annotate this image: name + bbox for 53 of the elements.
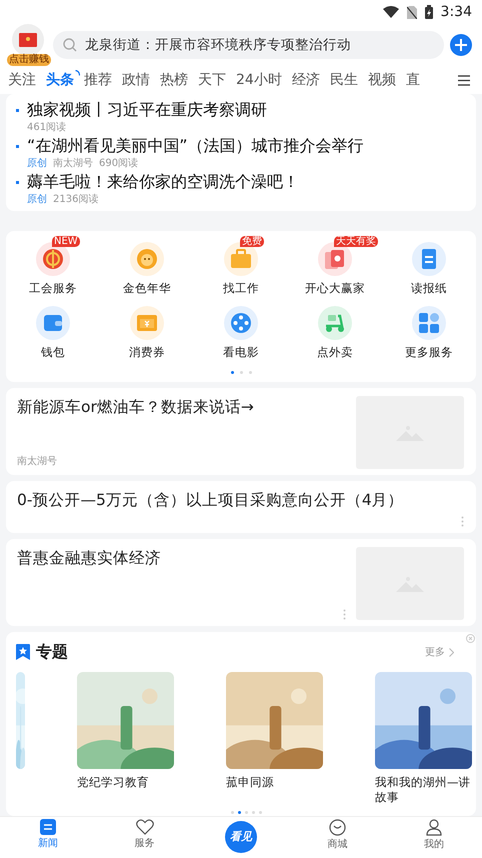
service-item[interactable]: NEW 工会服务 — [6, 234, 100, 297]
headline-link[interactable]: 薅羊毛啦！来给你家的空调洗个澡吧！ — [27, 172, 299, 192]
nav-tab[interactable]: 我的 — [386, 817, 482, 858]
channel-tab[interactable]: 关注 — [8, 70, 43, 90]
service-item[interactable]: 消费券 — [100, 298, 194, 361]
service-item[interactable]: 免费 找工作 — [194, 234, 288, 297]
channel-tab[interactable]: 民生 — [330, 70, 365, 90]
nav-tab[interactable]: 商城 — [289, 817, 386, 858]
article-card[interactable]: 0-预公开—5万元（含）以上项目采购意向公开（4月） — [6, 481, 476, 533]
service-item[interactable]: 更多服务 — [382, 298, 476, 361]
status-time: 3:34 — [440, 2, 472, 22]
channel-tab[interactable]: 推荐 — [84, 70, 119, 90]
center-logo-button[interactable]: 看见 — [225, 821, 258, 853]
service-item[interactable]: 金色年华 — [100, 234, 194, 297]
channel-tab[interactable]: 政情 — [122, 70, 157, 90]
service-item[interactable]: 钱包 — [6, 298, 100, 361]
channel-tab[interactable]: 经济 — [292, 70, 327, 90]
original-tag: 原创 — [27, 157, 47, 171]
nav-tab[interactable]: 新闻 — [0, 817, 96, 858]
service-item[interactable]: 看电影 — [194, 298, 288, 361]
channel-tab[interactable]: 视频 — [368, 70, 403, 90]
article-card[interactable]: 普惠金融惠实体经济 — [6, 539, 476, 626]
topic-title[interactable]: 我和我的湖州—讲故事 — [375, 775, 472, 805]
source-text: 南太湖号 — [17, 454, 57, 469]
channel-tab[interactable]: 热榜 — [160, 70, 195, 90]
topic-title[interactable]: 菰申同源 — [226, 775, 323, 790]
badge-label: 天天有奖 — [334, 236, 378, 246]
article-card[interactable]: 新能源车or燃油车？数据来说话→ 南太湖号 — [6, 388, 476, 475]
badge-label: 免费 — [240, 236, 264, 246]
article-title: 0-预公开—5万元（含）以上项目采购意向公开（4月） — [17, 490, 405, 511]
original-tag: 原创 — [27, 193, 47, 207]
channel-tab[interactable]: 天下 — [198, 70, 233, 90]
badge-label: NEW — [52, 236, 80, 246]
nav-tab[interactable]: 服务 — [96, 817, 193, 858]
service-item[interactable]: 读报纸 — [382, 234, 476, 297]
channel-tab[interactable]: 直 — [406, 70, 427, 90]
headline-link[interactable]: 独家视频丨习近平在重庆考察调研 — [27, 100, 267, 120]
section-title: 专题 — [36, 641, 68, 663]
source-text: 南太湖号 — [53, 157, 93, 171]
channel-tab[interactable]: 24小时 — [236, 70, 289, 90]
service-item[interactable]: 天天有奖 开心大赢家 — [288, 234, 382, 297]
channel-tab[interactable]: 头条 — [46, 70, 81, 90]
read-count: 2136阅读 — [53, 193, 98, 207]
search-bar[interactable]: 龙泉街道：开展市容环境秩序专项整治行动 — [53, 31, 444, 59]
read-count: 461阅读 — [27, 121, 66, 135]
service-item[interactable]: 点外卖 — [288, 298, 382, 361]
avatar-badge: 点击赚钱 — [7, 54, 51, 66]
search-field[interactable]: 龙泉街道：开展市容环境秩序专项整治行动 — [83, 34, 434, 56]
headline-link[interactable]: “在湖州看见美丽中国”（法国）城市推介会举行 — [27, 136, 364, 156]
article-title: 普惠金融惠实体经济 — [17, 548, 162, 569]
article-title: 新能源车or燃油车？数据来说话→ — [17, 397, 255, 418]
topic-title[interactable]: 党纪学习教育 — [77, 775, 174, 790]
read-count: 690阅读 — [99, 157, 138, 171]
